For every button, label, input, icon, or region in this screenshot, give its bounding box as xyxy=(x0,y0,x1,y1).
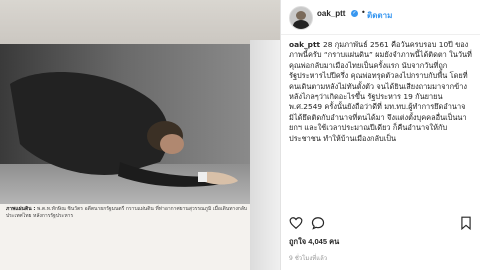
bookmark-icon[interactable] xyxy=(459,216,473,230)
follow-button[interactable]: ติดตาม xyxy=(367,9,392,22)
kneeling-man-photo xyxy=(0,44,250,204)
post-timestamp: 9 ชั่วโมงที่แล้ว xyxy=(289,255,328,262)
caption-text: 28 กุมภาพันธ์ 2561 คือวันครบรอบ 10ปี ของ… xyxy=(289,40,472,143)
likes-count[interactable]: ถูกใจ 4,045 คน xyxy=(289,236,339,248)
photo-caption: ภาพแผ่นดิน : พ.ต.ท.ทักษิณ ชินวัตร อดีตนา… xyxy=(6,206,250,220)
post-username[interactable]: oak_ptt xyxy=(317,9,345,18)
photo-caption-lead: ภาพแผ่นดิน : xyxy=(6,206,36,212)
post-image[interactable] xyxy=(0,44,250,204)
photo-caption-text: พ.ต.ท.ทักษิณ ชินวัตร อดีตนายกรัฐมนตรี กร… xyxy=(6,206,248,219)
comment-icon[interactable] xyxy=(311,216,325,230)
post-caption: oak_ptt 28 กุมภาพันธ์ 2561 คือวันครบรอบ 1… xyxy=(289,40,477,210)
avatar[interactable] xyxy=(289,6,313,30)
clipping-top-strip xyxy=(0,0,280,44)
caption-username[interactable]: oak_ptt xyxy=(289,40,320,49)
header-separator: • xyxy=(361,8,366,17)
post-actions xyxy=(289,216,473,232)
heart-icon[interactable] xyxy=(289,216,303,230)
clipping-edge xyxy=(250,40,280,270)
verified-badge-icon: ✓ xyxy=(351,10,358,17)
instagram-post-panel: oak_ptt ✓ • ติดตาม oak_ptt 28 กุมภาพันธ์ … xyxy=(280,0,480,270)
newspaper-clipping: ภาพแผ่นดิน : พ.ต.ท.ทักษิณ ชินวัตร อดีตนา… xyxy=(0,0,280,270)
post-header: oak_ptt ✓ • ติดตาม xyxy=(281,0,480,35)
